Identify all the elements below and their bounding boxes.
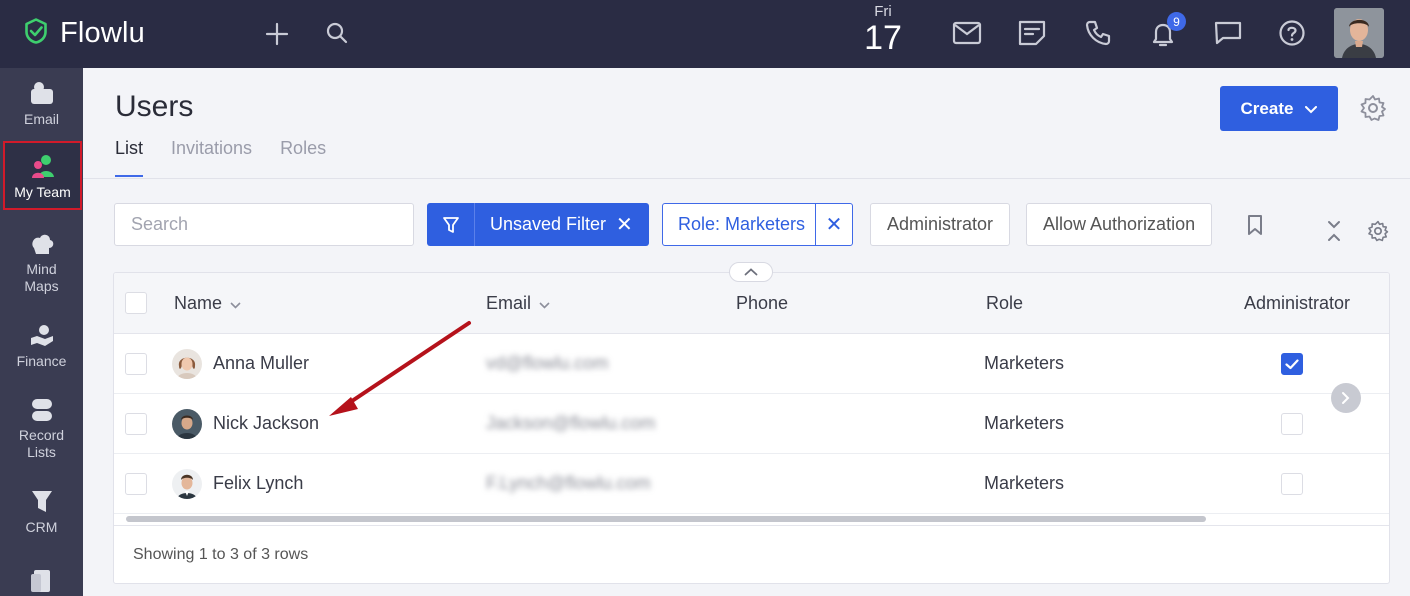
table-header: Name Email Phone Role Administrator [114, 273, 1389, 334]
sidebar-item-label: Mind Maps [24, 261, 59, 294]
sidebar-item-label: My Team [14, 184, 71, 200]
administrator-checkbox[interactable] [1281, 413, 1303, 435]
select-all-checkbox[interactable] [125, 292, 147, 314]
sidebar-item-mind-maps[interactable]: Mind Maps [0, 230, 83, 295]
column-header-administrator[interactable]: Administrator [1244, 293, 1350, 314]
phone-icon[interactable] [1084, 19, 1112, 47]
date-day-of-week: Fri [874, 3, 892, 20]
user-name[interactable]: Felix Lynch [213, 473, 303, 494]
notification-badge: 9 [1167, 12, 1186, 31]
sort-chevron-icon [539, 293, 550, 314]
logo-check-icon [22, 17, 50, 50]
column-header-phone[interactable]: Phone [736, 293, 788, 314]
row-checkbox[interactable] [125, 413, 147, 435]
tabs: List Invitations Roles [115, 138, 326, 177]
sidebar-item-finance[interactable]: Finance [0, 322, 83, 370]
user-email: F.Lynch@flowlu.com [486, 473, 651, 493]
create-button[interactable]: Create [1220, 86, 1338, 131]
bookmark-icon[interactable] [1246, 214, 1264, 241]
user-role: Marketers [984, 473, 1065, 493]
finance-icon [0, 322, 83, 350]
chat-icon[interactable] [1213, 19, 1243, 47]
allow-authorization-filter-chip[interactable]: Allow Authorization [1026, 203, 1213, 246]
administrator-filter-chip[interactable]: Administrator [870, 203, 1011, 246]
sidebar-item-label: Finance [16, 353, 67, 369]
date-day: 17 [864, 19, 902, 57]
tab-list[interactable]: List [115, 138, 144, 177]
documents-icon [0, 566, 83, 594]
administrator-checkbox[interactable] [1281, 353, 1303, 375]
collapse-table-chevron-up-icon[interactable] [729, 262, 773, 282]
user-name[interactable]: Nick Jackson [213, 413, 319, 434]
date-widget[interactable]: Fri 17 [860, 3, 906, 57]
horizontal-scrollbar[interactable] [126, 516, 1206, 522]
table-row[interactable]: Felix Lynch F.Lynch@flowlu.com Marketers [114, 454, 1389, 514]
sort-chevron-icon [230, 293, 241, 314]
sidebar-item-label: Email [23, 111, 59, 127]
filter-funnel-icon [427, 203, 475, 246]
chevron-down-icon [1305, 99, 1318, 119]
avatar [172, 409, 202, 439]
mind-map-icon [0, 230, 83, 258]
role-filter-chip[interactable]: Role: Marketers ✕ [662, 203, 854, 246]
user-role: Marketers [984, 413, 1065, 433]
search-icon[interactable] [325, 21, 349, 45]
create-button-label: Create [1240, 98, 1294, 118]
tabs-divider [83, 178, 1410, 179]
plus-icon[interactable] [264, 21, 290, 47]
app-name: Flowlu [60, 17, 145, 49]
sidebar-item-crm[interactable]: CRM [0, 488, 83, 536]
page-title: Users [115, 90, 194, 123]
page-settings-gear-icon[interactable] [1359, 94, 1387, 127]
unsaved-filter-label: Unsaved Filter [490, 214, 607, 234]
app-logo[interactable]: Flowlu [22, 17, 145, 50]
administrator-checkbox[interactable] [1281, 473, 1303, 495]
clear-filter-close-icon[interactable]: ✕ [616, 212, 633, 237]
mail-icon[interactable] [952, 19, 982, 47]
users-table: Name Email Phone Role Administrator Anna… [113, 272, 1390, 584]
record-lists-icon [0, 396, 83, 424]
table-row[interactable]: Anna Muller vd@flowlu.com Marketers [114, 334, 1389, 394]
search-input[interactable] [114, 203, 414, 246]
sidebar-item-my-team[interactable]: My Team [3, 141, 82, 210]
rows-count-text: Showing 1 to 3 of 3 rows [133, 546, 309, 563]
scroll-right-chevron-icon[interactable] [1331, 383, 1361, 413]
row-checkbox[interactable] [125, 353, 147, 375]
user-avatar[interactable] [1334, 8, 1384, 58]
main-content: Users List Invitations Roles Create Unsa… [83, 68, 1410, 596]
sidebar: Email My Team Mind Maps Finance Record L… [0, 68, 83, 596]
table-row[interactable]: Nick Jackson Jackson@flowlu.com Marketer… [114, 394, 1389, 454]
tab-roles[interactable]: Roles [280, 138, 326, 177]
column-header-role[interactable]: Role [986, 293, 1023, 314]
column-header-name[interactable]: Name [174, 293, 241, 314]
table-footer: Showing 1 to 3 of 3 rows [114, 525, 1389, 583]
filter-settings-gear-icon[interactable] [1367, 220, 1389, 247]
notes-icon[interactable] [1017, 19, 1047, 47]
top-bar: Flowlu Fri 17 9 [0, 0, 1410, 68]
sidebar-item-more[interactable] [0, 566, 83, 596]
user-role: Marketers [984, 353, 1065, 373]
help-icon[interactable] [1278, 19, 1306, 47]
unsaved-filter-button[interactable]: Unsaved Filter ✕ [427, 203, 649, 246]
collapse-filters-icon[interactable] [1326, 220, 1342, 247]
column-header-email[interactable]: Email [486, 293, 550, 314]
sidebar-item-label: Record Lists [18, 427, 65, 460]
user-email: Jackson@flowlu.com [486, 413, 656, 433]
tab-invitations[interactable]: Invitations [171, 138, 252, 177]
remove-role-filter-close-icon[interactable]: ✕ [815, 204, 852, 245]
role-filter-label: Role: Marketers [678, 214, 806, 234]
user-email: vd@flowlu.com [486, 353, 609, 373]
user-name[interactable]: Anna Muller [213, 353, 309, 374]
sidebar-item-email[interactable]: Email [0, 80, 83, 128]
team-icon [5, 153, 80, 181]
avatar [172, 469, 202, 499]
email-app-icon [0, 80, 83, 108]
row-checkbox[interactable] [125, 473, 147, 495]
avatar [172, 349, 202, 379]
sidebar-item-record-lists[interactable]: Record Lists [0, 396, 83, 461]
sidebar-item-label: CRM [25, 519, 58, 535]
crm-icon [0, 488, 83, 516]
